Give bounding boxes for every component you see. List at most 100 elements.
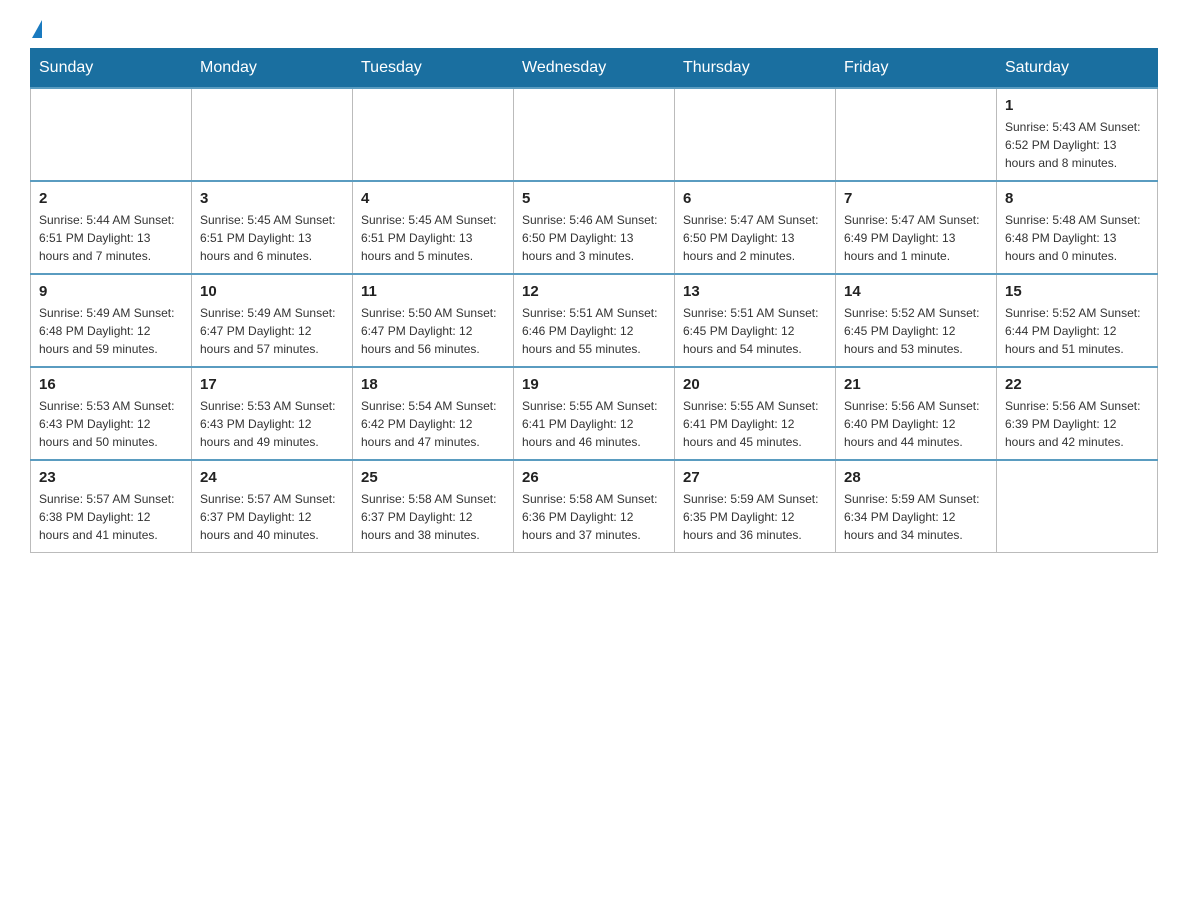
- day-info: Sunrise: 5:47 AM Sunset: 6:50 PM Dayligh…: [683, 211, 827, 265]
- day-info: Sunrise: 5:50 AM Sunset: 6:47 PM Dayligh…: [361, 304, 505, 358]
- weekday-header-monday: Monday: [192, 49, 353, 89]
- day-number: 21: [844, 376, 988, 393]
- day-info: Sunrise: 5:45 AM Sunset: 6:51 PM Dayligh…: [200, 211, 344, 265]
- calendar-cell: 2Sunrise: 5:44 AM Sunset: 6:51 PM Daylig…: [31, 181, 192, 274]
- calendar-cell: 5 Sunrise: 5:46 AM Sunset: 6:50 PM Daylig…: [514, 181, 675, 274]
- calendar-cell: 6 Sunrise: 5:47 AM Sunset: 6:50 PM Daylig…: [675, 181, 836, 274]
- day-number: 10: [200, 283, 344, 300]
- calendar-cell: 24 Sunrise: 5:57 AM Sunset: 6:37 PM Dayli…: [192, 460, 353, 553]
- calendar-cell: 26 Sunrise: 5:58 AM Sunset: 6:36 PM Dayli…: [514, 460, 675, 553]
- day-info: Sunrise: 5:55 AM Sunset: 6:41 PM Dayligh…: [683, 397, 827, 451]
- day-number: 6: [683, 190, 827, 207]
- calendar-table: SundayMondayTuesdayWednesdayThursdayFrid…: [30, 48, 1158, 553]
- day-number: 26: [522, 469, 666, 486]
- calendar-cell: 22 Sunrise: 5:56 AM Sunset: 6:39 PM Dayli…: [997, 367, 1158, 460]
- calendar-cell: [31, 88, 192, 181]
- calendar-cell: 14 Sunrise: 5:52 AM Sunset: 6:45 PM Dayli…: [836, 274, 997, 367]
- day-info: Sunrise: 5:49 AM Sunset: 6:47 PM Dayligh…: [200, 304, 344, 358]
- day-number: 7: [844, 190, 988, 207]
- calendar-cell: [997, 460, 1158, 553]
- calendar-header-row: SundayMondayTuesdayWednesdayThursdayFrid…: [31, 49, 1158, 89]
- calendar-cell: 15 Sunrise: 5:52 AM Sunset: 6:44 PM Dayli…: [997, 274, 1158, 367]
- day-info: Sunrise: 5:58 AM Sunset: 6:36 PM Dayligh…: [522, 490, 666, 544]
- day-number: 18: [361, 376, 505, 393]
- day-info: Sunrise: 5:57 AM Sunset: 6:37 PM Dayligh…: [200, 490, 344, 544]
- weekday-header-thursday: Thursday: [675, 49, 836, 89]
- weekday-header-tuesday: Tuesday: [353, 49, 514, 89]
- calendar-cell: 19Sunrise: 5:55 AM Sunset: 6:41 PM Dayli…: [514, 367, 675, 460]
- calendar-week-5: 23 Sunrise: 5:57 AM Sunset: 6:38 PM Dayli…: [31, 460, 1158, 553]
- day-number: 15: [1005, 283, 1149, 300]
- calendar-week-1: 1 Sunrise: 5:43 AM Sunset: 6:52 PM Daylig…: [31, 88, 1158, 181]
- calendar-cell: [836, 88, 997, 181]
- calendar-cell: 20 Sunrise: 5:55 AM Sunset: 6:41 PM Dayli…: [675, 367, 836, 460]
- day-info: Sunrise: 5:47 AM Sunset: 6:49 PM Dayligh…: [844, 211, 988, 265]
- weekday-header-wednesday: Wednesday: [514, 49, 675, 89]
- day-info: Sunrise: 5:51 AM Sunset: 6:45 PM Dayligh…: [683, 304, 827, 358]
- day-info: Sunrise: 5:44 AM Sunset: 6:51 PM Dayligh…: [39, 211, 183, 265]
- day-number: 1: [1005, 97, 1149, 114]
- day-number: 13: [683, 283, 827, 300]
- day-number: 24: [200, 469, 344, 486]
- day-number: 25: [361, 469, 505, 486]
- calendar-week-4: 16 Sunrise: 5:53 AM Sunset: 6:43 PM Dayli…: [31, 367, 1158, 460]
- day-number: 12: [522, 283, 666, 300]
- day-number: 27: [683, 469, 827, 486]
- calendar-cell: 28 Sunrise: 5:59 AM Sunset: 6:34 PM Dayli…: [836, 460, 997, 553]
- logo-triangle-icon: [32, 20, 42, 38]
- calendar-cell: 18 Sunrise: 5:54 AM Sunset: 6:42 PM Dayli…: [353, 367, 514, 460]
- day-info: Sunrise: 5:59 AM Sunset: 6:34 PM Dayligh…: [844, 490, 988, 544]
- day-info: Sunrise: 5:54 AM Sunset: 6:42 PM Dayligh…: [361, 397, 505, 451]
- day-number: 28: [844, 469, 988, 486]
- day-number: 5: [522, 190, 666, 207]
- calendar-cell: 11 Sunrise: 5:50 AM Sunset: 6:47 PM Dayli…: [353, 274, 514, 367]
- day-info: Sunrise: 5:52 AM Sunset: 6:44 PM Dayligh…: [1005, 304, 1149, 358]
- day-number: 17: [200, 376, 344, 393]
- calendar-cell: 4 Sunrise: 5:45 AM Sunset: 6:51 PM Daylig…: [353, 181, 514, 274]
- calendar-cell: [192, 88, 353, 181]
- calendar-cell: 12 Sunrise: 5:51 AM Sunset: 6:46 PM Dayli…: [514, 274, 675, 367]
- day-info: Sunrise: 5:53 AM Sunset: 6:43 PM Dayligh…: [39, 397, 183, 451]
- day-info: Sunrise: 5:57 AM Sunset: 6:38 PM Dayligh…: [39, 490, 183, 544]
- day-info: Sunrise: 5:55 AM Sunset: 6:41 PM Dayligh…: [522, 397, 666, 451]
- calendar-cell: 27 Sunrise: 5:59 AM Sunset: 6:35 PM Dayli…: [675, 460, 836, 553]
- calendar-cell: 17 Sunrise: 5:53 AM Sunset: 6:43 PM Dayli…: [192, 367, 353, 460]
- day-number: 4: [361, 190, 505, 207]
- calendar-cell: [675, 88, 836, 181]
- calendar-cell: [514, 88, 675, 181]
- calendar-cell: 8 Sunrise: 5:48 AM Sunset: 6:48 PM Daylig…: [997, 181, 1158, 274]
- calendar-cell: 3 Sunrise: 5:45 AM Sunset: 6:51 PM Daylig…: [192, 181, 353, 274]
- day-number: 9: [39, 283, 183, 300]
- day-info: Sunrise: 5:46 AM Sunset: 6:50 PM Dayligh…: [522, 211, 666, 265]
- day-info: Sunrise: 5:56 AM Sunset: 6:40 PM Dayligh…: [844, 397, 988, 451]
- day-number: 23: [39, 469, 183, 486]
- calendar-cell: 10 Sunrise: 5:49 AM Sunset: 6:47 PM Dayli…: [192, 274, 353, 367]
- calendar-cell: 23 Sunrise: 5:57 AM Sunset: 6:38 PM Dayli…: [31, 460, 192, 553]
- day-number: 8: [1005, 190, 1149, 207]
- day-info: Sunrise: 5:45 AM Sunset: 6:51 PM Dayligh…: [361, 211, 505, 265]
- day-info: Sunrise: 5:51 AM Sunset: 6:46 PM Dayligh…: [522, 304, 666, 358]
- day-info: Sunrise: 5:59 AM Sunset: 6:35 PM Dayligh…: [683, 490, 827, 544]
- calendar-cell: 25Sunrise: 5:58 AM Sunset: 6:37 PM Dayli…: [353, 460, 514, 553]
- weekday-header-sunday: Sunday: [31, 49, 192, 89]
- weekday-header-saturday: Saturday: [997, 49, 1158, 89]
- calendar-cell: [353, 88, 514, 181]
- calendar-cell: 1 Sunrise: 5:43 AM Sunset: 6:52 PM Daylig…: [997, 88, 1158, 181]
- day-number: 14: [844, 283, 988, 300]
- page-header: [30, 20, 1158, 38]
- calendar-cell: 9 Sunrise: 5:49 AM Sunset: 6:48 PM Daylig…: [31, 274, 192, 367]
- day-info: Sunrise: 5:52 AM Sunset: 6:45 PM Dayligh…: [844, 304, 988, 358]
- day-info: Sunrise: 5:49 AM Sunset: 6:48 PM Dayligh…: [39, 304, 183, 358]
- day-number: 11: [361, 283, 505, 300]
- day-info: Sunrise: 5:48 AM Sunset: 6:48 PM Dayligh…: [1005, 211, 1149, 265]
- day-number: 16: [39, 376, 183, 393]
- day-number: 20: [683, 376, 827, 393]
- day-number: 3: [200, 190, 344, 207]
- calendar-cell: 7 Sunrise: 5:47 AM Sunset: 6:49 PM Daylig…: [836, 181, 997, 274]
- day-info: Sunrise: 5:43 AM Sunset: 6:52 PM Dayligh…: [1005, 118, 1149, 172]
- calendar-cell: 16 Sunrise: 5:53 AM Sunset: 6:43 PM Dayli…: [31, 367, 192, 460]
- day-info: Sunrise: 5:56 AM Sunset: 6:39 PM Dayligh…: [1005, 397, 1149, 451]
- day-number: 22: [1005, 376, 1149, 393]
- day-info: Sunrise: 5:53 AM Sunset: 6:43 PM Dayligh…: [200, 397, 344, 451]
- logo: [30, 20, 42, 38]
